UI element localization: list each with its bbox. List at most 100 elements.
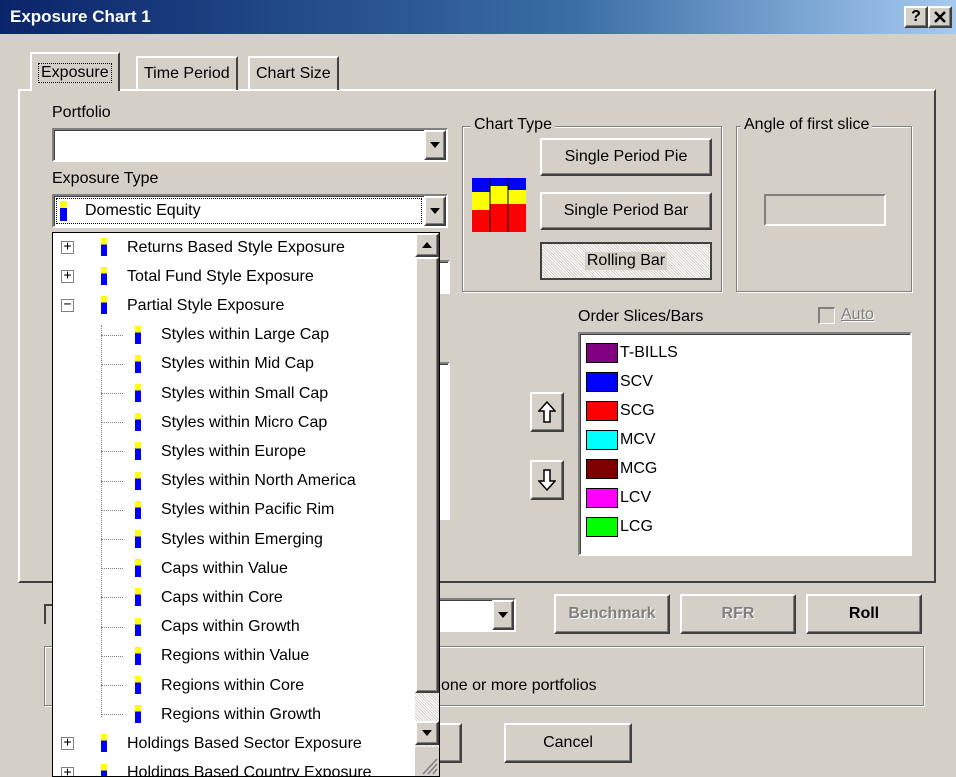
tree-item[interactable]: Styles within Pacific Rim	[53, 496, 413, 525]
tree-item[interactable]: + Total Fund Style Exposure	[53, 262, 413, 291]
color-swatch	[586, 342, 618, 363]
auto-label: Auto	[841, 306, 874, 323]
tree-item[interactable]: Styles within Europe	[53, 437, 413, 466]
portfolio-label: Portfolio	[52, 104, 111, 121]
rfr-button[interactable]: RFR	[680, 594, 796, 634]
scroll-down-button[interactable]	[415, 721, 439, 745]
scroll-up-button[interactable]	[415, 233, 439, 257]
help-button[interactable]: ?	[904, 6, 928, 28]
tree-item[interactable]: Styles within Micro Cap	[53, 408, 413, 437]
lower-dropdown-button[interactable]	[492, 600, 514, 630]
tree-item[interactable]: Caps within Core	[53, 583, 413, 612]
benchmark-button[interactable]: Benchmark	[554, 594, 670, 634]
tree-items: + Returns Based Style Exposure + Total Fund…	[53, 233, 417, 777]
tree-branch-line	[101, 451, 123, 453]
exposure-item-icon	[135, 325, 141, 344]
tree-item[interactable]: − Partial Style Exposure	[53, 291, 413, 320]
collapse-icon[interactable]: −	[61, 298, 74, 313]
status-message: one or more portfolios	[441, 677, 597, 694]
title-bar[interactable]: Exposure Chart 1 ?	[0, 0, 956, 34]
order-list[interactable]: T-BILLS SCV SCG MCV MCG LCV LCG	[578, 332, 912, 556]
order-item-label: MCG	[620, 459, 658, 477]
tree-item-label: Caps within Value	[161, 559, 288, 577]
stacked-bar-chart-icon	[472, 178, 526, 232]
exposure-item-icon	[135, 471, 141, 490]
tree-item-label: Styles within Large Cap	[161, 326, 330, 344]
tree-item-label: Holdings Based Country Exposure	[127, 764, 372, 777]
arrow-down-icon	[538, 469, 556, 491]
tree-branch-line	[101, 568, 123, 570]
checkbox-icon	[818, 306, 835, 324]
tree-item-label: Caps within Growth	[161, 618, 300, 636]
tree-item[interactable]: Regions within Growth	[53, 700, 413, 729]
tab-exposure[interactable]: Exposure	[30, 52, 120, 91]
exposure-item-icon	[135, 676, 141, 694]
exposure-type-dropdown-button[interactable]	[424, 196, 446, 226]
exposure-item-icon	[135, 646, 141, 665]
roll-button[interactable]: Roll	[806, 594, 922, 634]
tree-item[interactable]: Styles within Large Cap	[53, 321, 413, 350]
order-list-item[interactable]: LCV	[580, 483, 910, 512]
tree-branch-line	[101, 363, 123, 365]
order-item-label: T-BILLS	[620, 343, 678, 361]
color-swatch	[586, 400, 618, 421]
tree-branch-line	[101, 539, 123, 540]
size-grip[interactable]	[415, 747, 439, 776]
tree-scrollbar[interactable]	[415, 233, 439, 776]
order-list-item[interactable]: SCV	[580, 367, 910, 396]
portfolio-dropdown-button[interactable]	[424, 130, 446, 160]
rolling-bar-button[interactable]: Rolling Bar	[540, 242, 712, 280]
exposure-item-icon	[101, 734, 107, 753]
arrow-down-icon	[422, 730, 432, 736]
move-down-button[interactable]	[530, 460, 564, 500]
arrow-up-icon	[422, 242, 432, 248]
tree-item-label: Total Fund Style Exposure	[127, 267, 314, 285]
order-list-item[interactable]: MCG	[580, 454, 910, 483]
order-item-label: SCG	[620, 401, 655, 419]
order-list-item[interactable]: T-BILLS	[580, 338, 910, 367]
tree-item-label: Styles within Mid Cap	[161, 355, 314, 373]
exposure-item-icon	[135, 559, 141, 578]
tab-time-period[interactable]: Time Period	[136, 56, 238, 90]
cancel-button[interactable]: Cancel	[504, 723, 632, 763]
order-list-item[interactable]: SCG	[580, 396, 910, 425]
exposure-item-icon	[135, 384, 141, 402]
order-list-item[interactable]: MCV	[580, 425, 910, 454]
close-button[interactable]	[928, 6, 952, 28]
chevron-down-icon	[430, 208, 440, 214]
single-period-bar-button[interactable]: Single Period Bar	[540, 192, 712, 230]
expand-icon[interactable]: +	[61, 240, 74, 254]
tree-item-label: Caps within Core	[161, 588, 283, 606]
tree-item[interactable]: Caps within Value	[53, 554, 413, 583]
tree-item-label: Regions within Growth	[161, 705, 322, 723]
chart-type-label: Chart Type	[471, 116, 555, 134]
angle-input[interactable]	[764, 194, 886, 226]
tree-branch-line	[101, 685, 123, 686]
tree-item[interactable]: Caps within Growth	[53, 613, 413, 642]
expand-icon[interactable]: +	[61, 269, 74, 284]
tree-item[interactable]: + Returns Based Style Exposure	[53, 233, 413, 262]
tree-branch-line	[101, 714, 123, 716]
tree-item[interactable]: Styles within Small Cap	[53, 379, 413, 408]
exposure-tree-list[interactable]: + Returns Based Style Exposure + Total Fund…	[52, 232, 440, 777]
tab-chart-size[interactable]: Chart Size	[248, 56, 339, 90]
tree-item[interactable]: Regions within Value	[53, 642, 413, 671]
expand-icon[interactable]: +	[61, 736, 74, 751]
tree-branch-line	[101, 422, 123, 424]
tree-item[interactable]: + Holdings Based Sector Exposure	[53, 729, 413, 758]
auto-checkbox[interactable]: Auto	[818, 306, 874, 324]
tree-item[interactable]: Styles within Emerging	[53, 525, 413, 554]
exposure-type-dropdown[interactable]: Domestic Equity	[52, 194, 448, 228]
tree-item[interactable]: Styles within Mid Cap	[53, 350, 413, 379]
tree-item[interactable]: Regions within Core	[53, 671, 413, 700]
tree-item[interactable]: Styles within North America	[53, 467, 413, 496]
expand-icon[interactable]: +	[61, 766, 74, 776]
tree-item[interactable]: + Holdings Based Country Exposure	[53, 759, 413, 777]
single-period-pie-button[interactable]: Single Period Pie	[540, 138, 712, 176]
scroll-thumb[interactable]	[415, 257, 439, 693]
order-item-label: LCG	[620, 517, 653, 535]
portfolio-dropdown[interactable]	[52, 128, 448, 162]
exposure-item-icon	[101, 267, 107, 286]
order-list-item[interactable]: LCG	[580, 512, 910, 541]
move-up-button[interactable]	[530, 392, 564, 432]
